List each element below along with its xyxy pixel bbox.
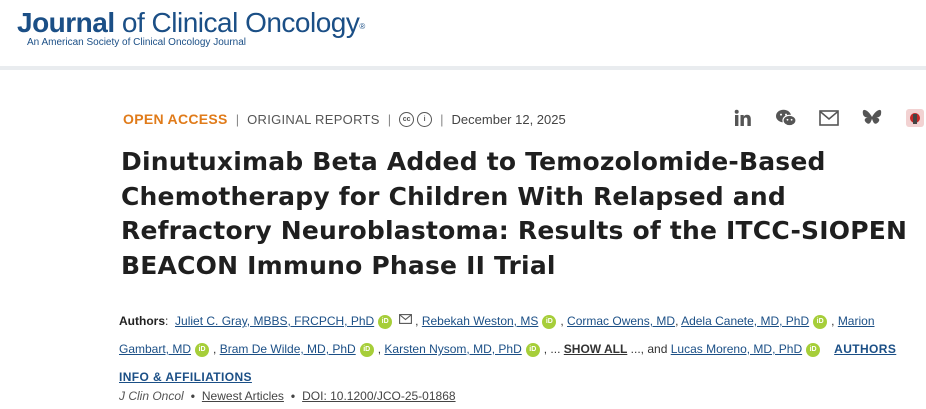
meta-separator: |	[387, 111, 392, 127]
orcid-icon[interactable]: iD	[195, 343, 210, 357]
orcid-icon[interactable]: iD	[359, 343, 374, 357]
logo-title: Journal of Clinical Oncology®	[17, 8, 365, 38]
orcid-icon[interactable]: iD	[806, 343, 821, 357]
site-header: Journal of Clinical Oncology® An America…	[0, 0, 926, 66]
author-link[interactable]: Rebekah Weston, MS	[422, 314, 539, 328]
share-toolbar	[732, 106, 926, 130]
author-list: Authors: Juliet C. Gray, MBBS, FRCPCH, P…	[119, 306, 919, 391]
doi-link[interactable]: DOI: 10.1200/JCO-25-01868	[302, 389, 455, 403]
orcid-icon[interactable]: iD	[525, 343, 540, 357]
creative-commons-icon: cc	[399, 111, 415, 127]
meta-separator: |	[235, 111, 240, 127]
authors-colon: :	[165, 314, 169, 328]
newest-articles-link[interactable]: Newest Articles	[202, 389, 284, 403]
logo-rest: of Clinical Oncology	[114, 7, 360, 38]
linkedin-icon[interactable]	[732, 107, 754, 129]
open-access-badge: OPEN ACCESS	[123, 111, 228, 127]
logo-registered: ®	[359, 22, 365, 31]
citation-line: J Clin Oncol • Newest Articles • DOI: 10.120…	[119, 389, 456, 403]
logo-subtitle: An American Society of Clinical Oncology…	[27, 37, 246, 48]
author-link[interactable]: Lucas Moreno, MD, PhD	[671, 342, 802, 356]
email-icon[interactable]	[818, 107, 840, 129]
author-link[interactable]: Karsten Nysom, MD, PhD	[384, 342, 521, 356]
citation-separator: •	[190, 389, 195, 403]
article-title: Dinutuximab Beta Added to Temozolomide-B…	[121, 147, 908, 280]
attribution-icon: i	[417, 111, 433, 127]
orcid-icon[interactable]: iD	[813, 315, 828, 329]
show-all-authors-button[interactable]: SHOW ALL	[564, 342, 628, 356]
publication-date: December 12, 2025	[451, 111, 566, 127]
bluesky-icon[interactable]	[861, 107, 883, 129]
journal-abbrev: J Clin Oncol	[119, 389, 184, 403]
license-icons[interactable]: cc i	[399, 111, 433, 127]
journal-logo[interactable]: Journal of Clinical Oncology® An America…	[17, 8, 365, 49]
mendeley-icon[interactable]	[904, 107, 926, 129]
report-type-link[interactable]: ORIGINAL REPORTS	[247, 112, 380, 127]
meta-separator: |	[440, 111, 444, 127]
authors-and-text: ..., and	[630, 342, 668, 356]
authors-ellipsis: , ...	[543, 342, 561, 356]
authors-label: Authors	[119, 314, 165, 328]
email-icon[interactable]	[399, 306, 413, 334]
citation-separator: •	[290, 389, 296, 403]
orcid-icon[interactable]: iD	[542, 315, 557, 329]
author-link[interactable]: Adela Canete, MD, PhD	[681, 314, 809, 328]
logo-word: Journal	[17, 7, 115, 38]
wechat-icon[interactable]	[775, 107, 797, 129]
author-link[interactable]: Cormac Owens, MD	[567, 314, 675, 328]
orcid-icon[interactable]: iD	[378, 315, 393, 329]
author-link[interactable]: Bram De Wilde, MD, PhD	[220, 342, 356, 356]
article-meta: OPEN ACCESS | ORIGINAL REPORTS | cc i | …	[123, 109, 566, 129]
header-divider	[0, 66, 926, 70]
author-link[interactable]: Juliet C. Gray, MBBS, FRCPCH, PhD	[175, 314, 374, 328]
